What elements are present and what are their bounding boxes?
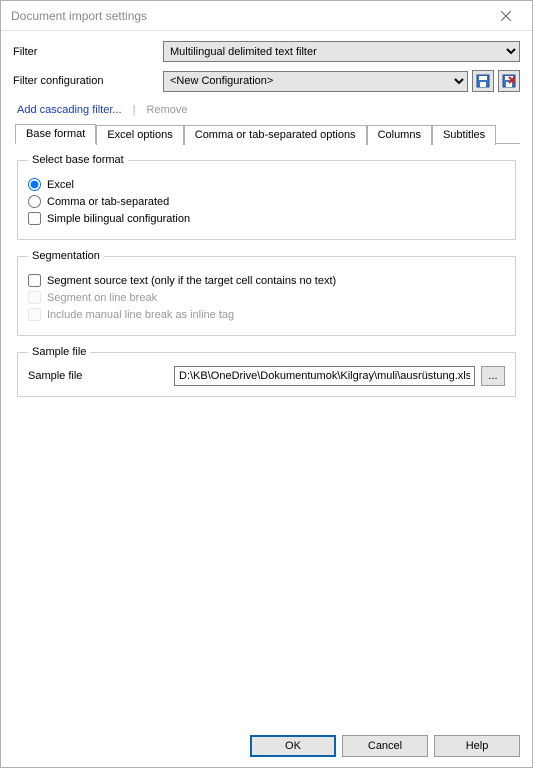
sample-file-label: Sample file [28, 370, 168, 382]
base-format-group: Select base format Excel Comma or tab-se… [17, 154, 516, 240]
check-seg-source-label: Segment source text (only if the target … [47, 275, 336, 287]
config-row: Filter configuration <New Configuration> [13, 70, 520, 92]
segmentation-legend: Segmentation [28, 250, 104, 262]
save-delete-icon [502, 74, 516, 88]
tab-panel-base-format: Select base format Excel Comma or tab-se… [13, 144, 520, 725]
tab-base-format[interactable]: Base format [15, 124, 96, 144]
config-label: Filter configuration [13, 75, 163, 87]
check-seg-source-row[interactable]: Segment source text (only if the target … [28, 274, 505, 287]
radio-csv-label: Comma or tab-separated [47, 196, 169, 208]
sample-file-legend: Sample file [28, 346, 90, 358]
filter-select[interactable]: Multilingual delimited text filter [163, 41, 520, 62]
check-seg-line-label: Segment on line break [47, 292, 157, 304]
button-bar: OK Cancel Help [1, 725, 532, 767]
save-icon [476, 74, 490, 88]
tab-subtitles[interactable]: Subtitles [432, 125, 496, 145]
filter-row: Filter Multilingual delimited text filte… [13, 41, 520, 62]
sample-file-input[interactable] [174, 366, 475, 386]
cascading-links: Add cascading filter... | Remove [17, 104, 520, 116]
close-button[interactable] [486, 2, 526, 30]
add-cascading-link[interactable]: Add cascading filter... [17, 104, 122, 116]
radio-excel-label: Excel [47, 179, 74, 191]
radio-excel-row[interactable]: Excel [28, 178, 505, 191]
filter-label: Filter [13, 46, 163, 58]
check-bilingual-label: Simple bilingual configuration [47, 213, 190, 225]
config-select[interactable]: <New Configuration> [163, 71, 468, 92]
link-separator: | [133, 104, 136, 116]
help-button[interactable]: Help [434, 735, 520, 757]
remove-cascading-link: Remove [147, 104, 188, 116]
check-seg-source[interactable] [28, 274, 41, 287]
check-seg-inline-row: Include manual line break as inline tag [28, 308, 505, 321]
check-seg-inline [28, 308, 41, 321]
check-seg-line-row: Segment on line break [28, 291, 505, 304]
content-area: Filter Multilingual delimited text filte… [1, 31, 532, 725]
tab-excel-options[interactable]: Excel options [96, 125, 183, 145]
tab-columns[interactable]: Columns [367, 125, 432, 145]
dialog-window: Document import settings Filter Multilin… [0, 0, 533, 768]
window-title: Document import settings [11, 9, 147, 23]
sample-file-group: Sample file Sample file ... [17, 346, 516, 397]
save-config-button[interactable] [472, 70, 494, 92]
check-bilingual-row[interactable]: Simple bilingual configuration [28, 212, 505, 225]
check-seg-line [28, 291, 41, 304]
cancel-button[interactable]: Cancel [342, 735, 428, 757]
radio-csv[interactable] [28, 195, 41, 208]
check-bilingual[interactable] [28, 212, 41, 225]
browse-button[interactable]: ... [481, 366, 505, 386]
check-seg-inline-label: Include manual line break as inline tag [47, 309, 234, 321]
segmentation-group: Segmentation Segment source text (only i… [17, 250, 516, 336]
delete-config-button[interactable] [498, 70, 520, 92]
ok-button[interactable]: OK [250, 735, 336, 757]
radio-csv-row[interactable]: Comma or tab-separated [28, 195, 505, 208]
tab-csv-options[interactable]: Comma or tab-separated options [184, 125, 367, 145]
base-format-legend: Select base format [28, 154, 128, 166]
titlebar: Document import settings [1, 1, 532, 31]
close-icon [501, 11, 511, 21]
tab-bar: Base format Excel options Comma or tab-s… [15, 124, 520, 144]
radio-excel[interactable] [28, 178, 41, 191]
